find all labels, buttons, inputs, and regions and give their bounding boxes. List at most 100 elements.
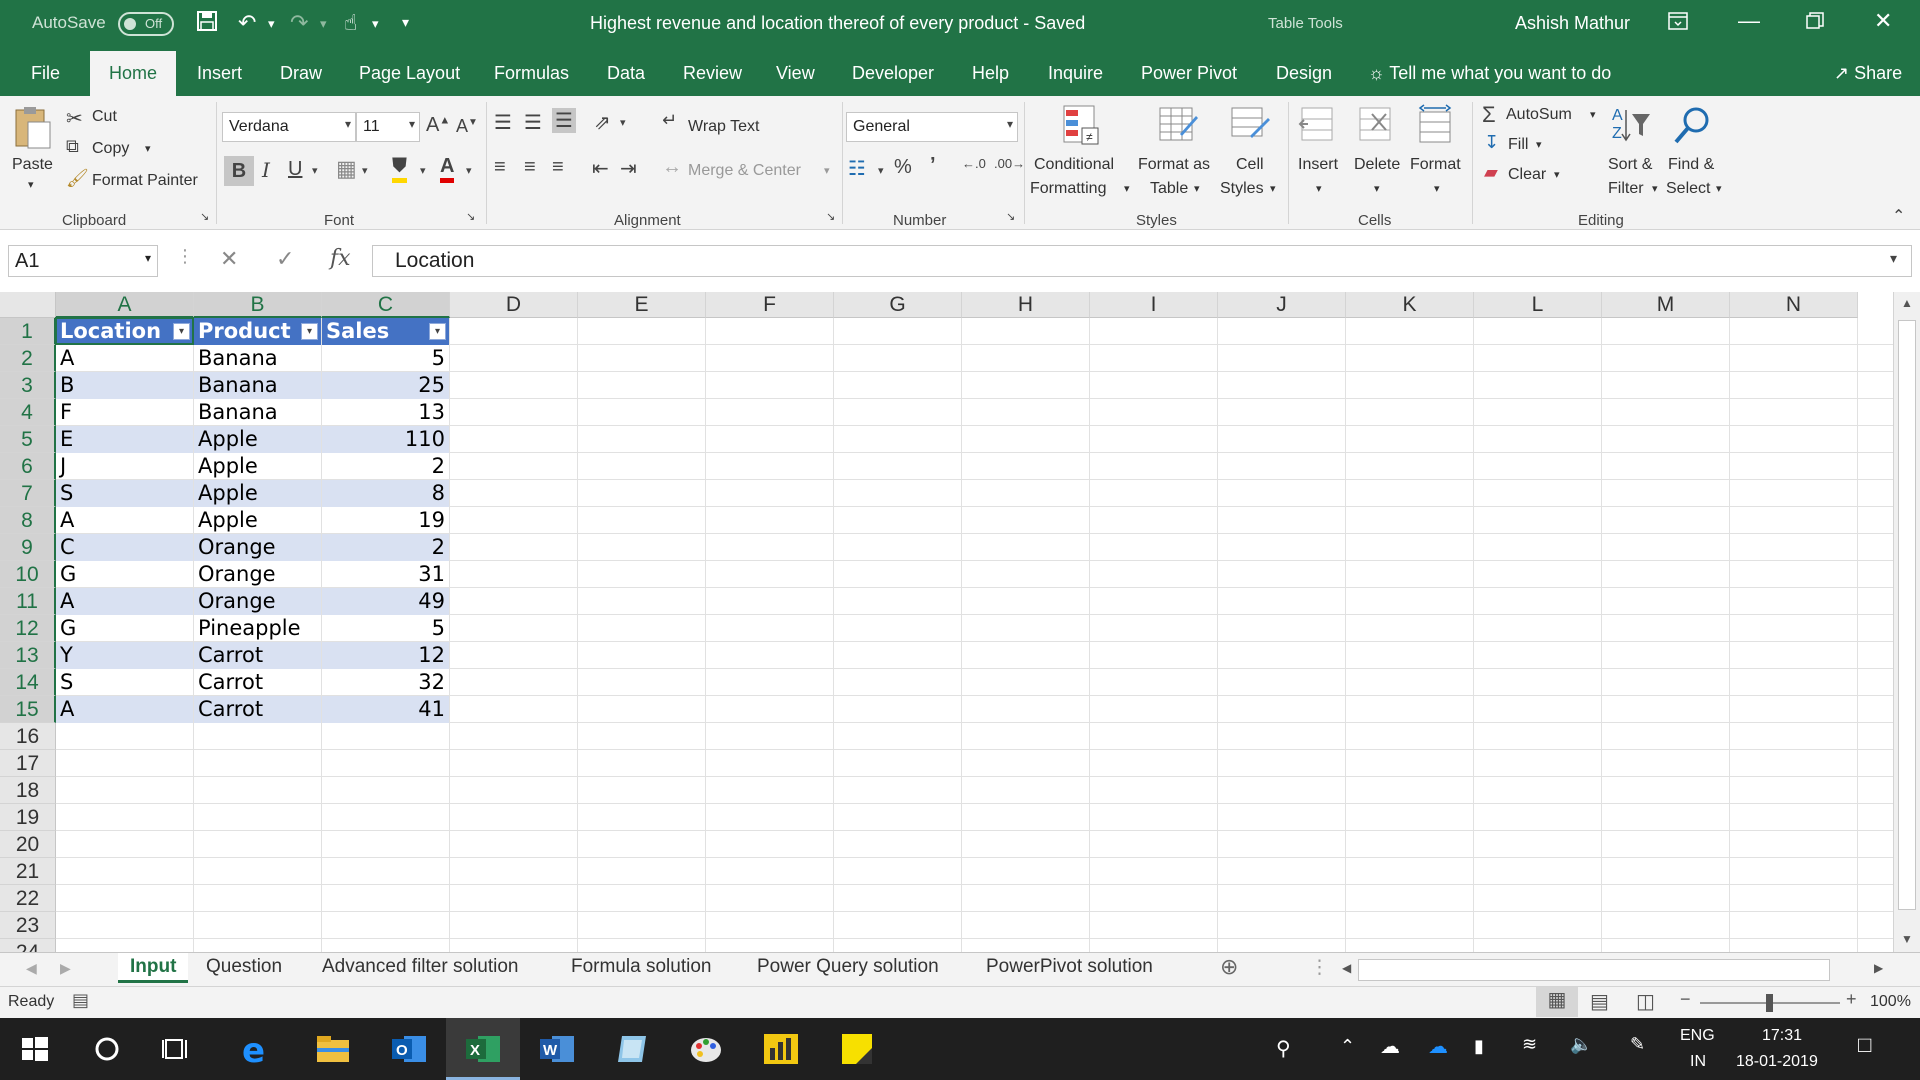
table-cell[interactable]: 32 bbox=[322, 669, 449, 696]
table-cell[interactable]: 5 bbox=[322, 345, 449, 372]
tab-data[interactable]: Data bbox=[607, 63, 645, 84]
column-header-i[interactable]: I bbox=[1090, 292, 1218, 318]
row-header-1[interactable]: 1 bbox=[0, 318, 56, 345]
table-cell[interactable]: 49 bbox=[322, 588, 449, 615]
orientation-dropdown-icon[interactable]: ▾ bbox=[620, 116, 626, 129]
task-view-icon[interactable] bbox=[158, 1030, 196, 1068]
table-cell[interactable]: Carrot bbox=[194, 642, 321, 669]
row-header-2[interactable]: 2 bbox=[0, 345, 56, 372]
sheet-tab-powerpivot[interactable]: PowerPivot solution bbox=[986, 956, 1153, 978]
cancel-icon[interactable]: ✕ bbox=[220, 246, 238, 272]
autosave-toggle[interactable]: Off bbox=[118, 12, 174, 36]
column-header-h[interactable]: H bbox=[962, 292, 1090, 318]
tab-inquire[interactable]: Inquire bbox=[1048, 63, 1103, 84]
table-cell[interactable]: 5 bbox=[322, 615, 449, 642]
row-header-17[interactable]: 17 bbox=[0, 750, 56, 777]
pen-icon[interactable]: ✎ bbox=[1630, 1034, 1645, 1055]
windows-start-icon[interactable] bbox=[16, 1030, 54, 1068]
tab-help[interactable]: Help bbox=[972, 63, 1009, 84]
add-sheet-icon[interactable]: ⊕ bbox=[1220, 954, 1238, 980]
normal-view-icon[interactable]: ▦ bbox=[1536, 987, 1578, 1017]
table-cell[interactable]: A bbox=[56, 345, 193, 372]
decrease-decimal-icon[interactable]: .00→ bbox=[994, 156, 1025, 171]
paste-dropdown-icon[interactable]: ▾ bbox=[28, 178, 34, 191]
table-cell[interactable]: F bbox=[56, 399, 193, 426]
scroll-up-icon[interactable]: ▲ bbox=[1901, 296, 1913, 310]
row-header-8[interactable]: 8 bbox=[0, 507, 56, 534]
onedrive-business-icon[interactable]: ☁ bbox=[1428, 1034, 1448, 1059]
clear-button[interactable]: Clear bbox=[1508, 166, 1546, 184]
sticky-notes-icon[interactable] bbox=[838, 1030, 876, 1068]
file-explorer-icon[interactable] bbox=[314, 1030, 352, 1068]
tab-design[interactable]: Design bbox=[1276, 63, 1332, 84]
select-all-corner[interactable] bbox=[0, 292, 56, 318]
table-cell[interactable]: Carrot bbox=[194, 669, 321, 696]
italic-button[interactable]: I bbox=[262, 158, 270, 182]
table-cell[interactable]: 25 bbox=[322, 372, 449, 399]
format-dropdown-icon[interactable]: ▾ bbox=[1434, 182, 1440, 195]
row-header-10[interactable]: 10 bbox=[0, 561, 56, 588]
show-hidden-icons-icon[interactable]: ⌃ bbox=[1340, 1036, 1355, 1057]
row-header-16[interactable]: 16 bbox=[0, 723, 56, 750]
insert-cells-icon[interactable] bbox=[1298, 104, 1340, 148]
align-top-icon[interactable]: ☰ bbox=[494, 110, 512, 135]
table-cell[interactable]: B bbox=[56, 372, 193, 399]
table-cell[interactable]: Y bbox=[56, 642, 193, 669]
table-cell[interactable]: 12 bbox=[322, 642, 449, 669]
format-as-table-dropdown-icon[interactable]: ▾ bbox=[1194, 182, 1200, 195]
column-header-d[interactable]: D bbox=[450, 292, 578, 318]
table-cell[interactable]: G bbox=[56, 561, 193, 588]
row-header-19[interactable]: 19 bbox=[0, 804, 56, 831]
cell-styles-icon[interactable] bbox=[1228, 104, 1270, 148]
autosum-dropdown-icon[interactable]: ▾ bbox=[1590, 108, 1596, 121]
conditional-formatting-label-2[interactable]: Formatting bbox=[1030, 180, 1106, 198]
cut-icon[interactable]: ✂ bbox=[66, 106, 83, 131]
table-cell[interactable]: 2 bbox=[322, 534, 449, 561]
filter-dropdown-icon[interactable]: ▾ bbox=[301, 323, 318, 340]
table-cell[interactable]: 31 bbox=[322, 561, 449, 588]
row-header-4[interactable]: 4 bbox=[0, 399, 56, 426]
table-cell[interactable]: 19 bbox=[322, 507, 449, 534]
table-cell[interactable]: A bbox=[56, 588, 193, 615]
page-layout-view-icon[interactable]: ▤ bbox=[1590, 989, 1609, 1014]
outlook-icon[interactable]: O bbox=[390, 1030, 428, 1068]
close-icon[interactable]: ✕ bbox=[1874, 8, 1892, 34]
word-icon[interactable]: W bbox=[538, 1030, 576, 1068]
customize-qat-icon[interactable]: ▾ bbox=[402, 14, 409, 31]
delete-cells-button[interactable]: Delete bbox=[1354, 156, 1400, 174]
format-as-table-label-2[interactable]: Table bbox=[1150, 180, 1188, 198]
fill-button[interactable]: Fill bbox=[1508, 136, 1528, 154]
touch-dropdown-icon[interactable]: ▾ bbox=[372, 16, 379, 32]
clock-date[interactable]: 18-01-2019 bbox=[1736, 1053, 1818, 1071]
row-header-14[interactable]: 14 bbox=[0, 669, 56, 696]
fill-color-icon[interactable]: ⛊ bbox=[392, 154, 407, 183]
alignment-launcher-icon[interactable]: ↘ bbox=[826, 210, 835, 223]
zoom-level[interactable]: 100% bbox=[1870, 993, 1911, 1011]
wifi-icon[interactable]: ≋ bbox=[1522, 1034, 1537, 1055]
onedrive-icon[interactable]: ☁ bbox=[1380, 1034, 1400, 1059]
sort-filter-icon[interactable]: AZ bbox=[1610, 104, 1652, 148]
table-cell[interactable]: Orange bbox=[194, 588, 321, 615]
tell-me-search[interactable]: ☼ Tell me what you want to do bbox=[1368, 63, 1611, 84]
ribbon-display-icon[interactable] bbox=[1668, 10, 1688, 36]
table-cell[interactable]: Banana bbox=[194, 345, 321, 372]
table-cell[interactable]: G bbox=[56, 615, 193, 642]
find-select-dropdown-icon[interactable]: ▾ bbox=[1716, 182, 1722, 195]
next-sheet-icon[interactable]: ▶ bbox=[60, 960, 71, 977]
table-header-cell[interactable]: Product ▾ bbox=[194, 318, 321, 345]
clear-dropdown-icon[interactable]: ▾ bbox=[1554, 168, 1560, 181]
paste-button[interactable]: Paste bbox=[12, 156, 53, 174]
format-painter-button[interactable]: Format Painter bbox=[92, 172, 198, 190]
zoom-slider-thumb[interactable] bbox=[1766, 994, 1773, 1012]
tab-home[interactable]: Home bbox=[90, 51, 177, 96]
delete-dropdown-icon[interactable]: ▾ bbox=[1374, 182, 1380, 195]
user-name[interactable]: Ashish Mathur bbox=[1515, 13, 1630, 34]
underline-dropdown-icon[interactable]: ▾ bbox=[312, 164, 318, 177]
excel-taskbar-active[interactable]: X bbox=[446, 1018, 520, 1080]
action-center-icon[interactable]: □ bbox=[1858, 1032, 1871, 1058]
macro-record-icon[interactable]: ▤ bbox=[72, 990, 89, 1011]
column-header-j[interactable]: J bbox=[1218, 292, 1346, 318]
row-header-3[interactable]: 3 bbox=[0, 372, 56, 399]
tab-file[interactable]: File bbox=[31, 63, 60, 84]
align-center-icon[interactable]: ≡ bbox=[524, 156, 536, 179]
